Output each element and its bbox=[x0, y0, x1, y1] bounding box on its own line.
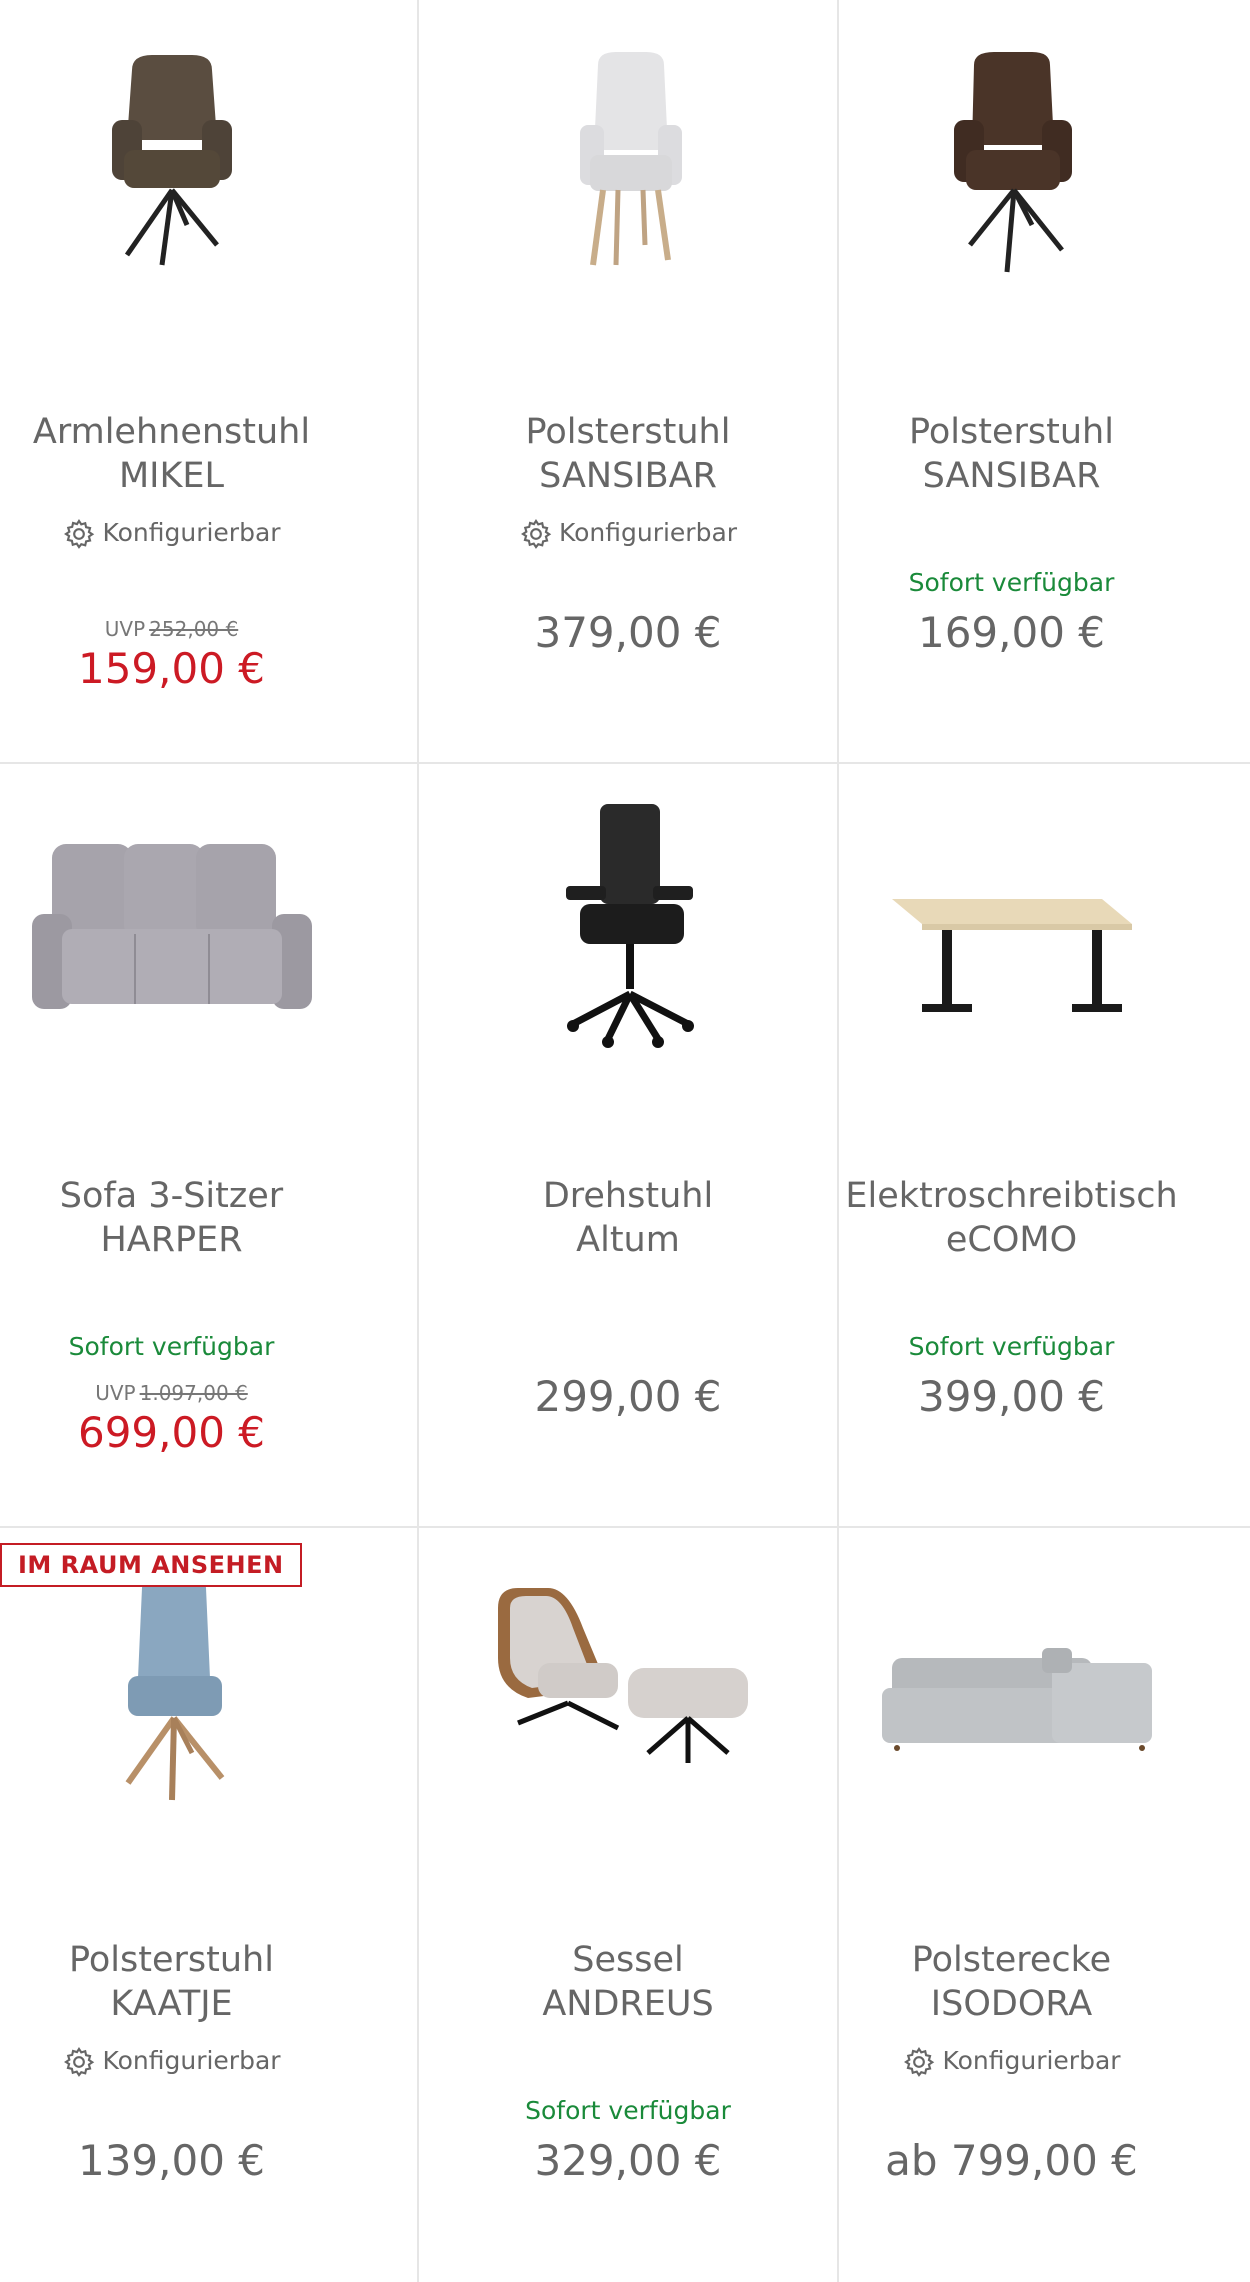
product-name[interactable]: Sessel ANDREUS bbox=[419, 1938, 837, 2026]
product-card[interactable]: Armlehnenstuhl MIKEL Konfigurierbar UVP 25… bbox=[0, 0, 343, 762]
product-image-sofa[interactable] bbox=[0, 804, 343, 1064]
configurable-label: Konfigurierbar bbox=[839, 2045, 1184, 2079]
product-card[interactable]: IM RAUM ANSEHEN Polsterstuhl KAATJE Konfi… bbox=[0, 1528, 343, 2282]
availability-label: Sofort verfügbar bbox=[908, 1332, 1115, 1361]
price: 379,00 € bbox=[534, 608, 722, 657]
product-image-chair[interactable] bbox=[0, 1568, 343, 1828]
product-image-chair[interactable] bbox=[419, 40, 837, 300]
uvp-price: UVP 252,00 € bbox=[104, 617, 239, 641]
product-image-lounge-chair[interactable] bbox=[419, 1568, 837, 1828]
product-card[interactable]: Sofa 3-Sitzer HARPER Sofort verfügbar UVP… bbox=[0, 764, 343, 1526]
product-image-desk[interactable] bbox=[839, 804, 1184, 1064]
product-image-armchair[interactable] bbox=[0, 40, 343, 300]
product-card[interactable]: Sessel ANDREUS Sofort verfügbar 329,00 € bbox=[419, 1528, 837, 2282]
gear-icon bbox=[520, 519, 552, 549]
uvp-price: UVP 1.097,00 € bbox=[95, 1381, 248, 1405]
gear-icon bbox=[904, 2047, 935, 2077]
configurable-label: Konfigurierbar bbox=[0, 517, 343, 551]
price: 299,00 € bbox=[534, 1372, 722, 1421]
availability-label: Sofort verfügbar bbox=[908, 568, 1115, 597]
product-name[interactable]: Polsterecke ISODORA bbox=[839, 1938, 1184, 2026]
price: ab 799,00 € bbox=[885, 2136, 1138, 2185]
gear-icon bbox=[64, 519, 95, 549]
price: 399,00 € bbox=[917, 1372, 1106, 1421]
product-name[interactable]: Drehstuhl Altum bbox=[419, 1174, 837, 1262]
product-grid: Armlehnenstuhl MIKEL Konfigurierbar UVP 25… bbox=[0, 0, 1250, 2282]
product-card[interactable]: Drehstuhl Altum 299,00 € bbox=[419, 764, 837, 1526]
product-card[interactable]: Polsterecke ISODORA Konfigurierbar ab 799… bbox=[839, 1528, 1184, 2282]
price: 699,00 € bbox=[77, 1408, 266, 1457]
product-name[interactable]: Polsterstuhl SANSIBAR bbox=[419, 410, 837, 498]
price: 329,00 € bbox=[534, 2136, 722, 2185]
product-name[interactable]: Polsterstuhl SANSIBAR bbox=[839, 410, 1184, 498]
product-image-armchair[interactable] bbox=[839, 40, 1184, 300]
product-name[interactable]: Elektroschreibtisch eCOMO bbox=[839, 1174, 1184, 1262]
price: 159,00 € bbox=[77, 644, 266, 693]
product-card[interactable]: Polsterstuhl SANSIBAR Konfigurierbar 379,… bbox=[419, 0, 837, 762]
product-image-office-chair[interactable] bbox=[419, 804, 837, 1064]
product-name[interactable]: Sofa 3-Sitzer HARPER bbox=[0, 1174, 343, 1262]
product-name[interactable]: Armlehnenstuhl MIKEL bbox=[0, 410, 343, 498]
gear-icon bbox=[64, 2047, 95, 2077]
availability-label: Sofort verfügbar bbox=[68, 1332, 275, 1361]
product-image-corner-sofa[interactable] bbox=[839, 1568, 1184, 1828]
price: 139,00 € bbox=[77, 2136, 266, 2185]
availability-label: Sofort verfügbar bbox=[525, 2096, 731, 2125]
product-card[interactable]: Elektroschreibtisch eCOMO Sofort verfügba… bbox=[839, 764, 1184, 1526]
price: 169,00 € bbox=[917, 608, 1106, 657]
configurable-label: Konfigurierbar bbox=[0, 2045, 343, 2079]
product-card[interactable]: Polsterstuhl SANSIBAR Sofort verfügbar 16… bbox=[839, 0, 1184, 762]
product-name[interactable]: Polsterstuhl KAATJE bbox=[0, 1938, 343, 2026]
view-in-room-badge[interactable]: IM RAUM ANSEHEN bbox=[0, 1543, 302, 1587]
configurable-label: Konfigurierbar bbox=[419, 517, 837, 551]
